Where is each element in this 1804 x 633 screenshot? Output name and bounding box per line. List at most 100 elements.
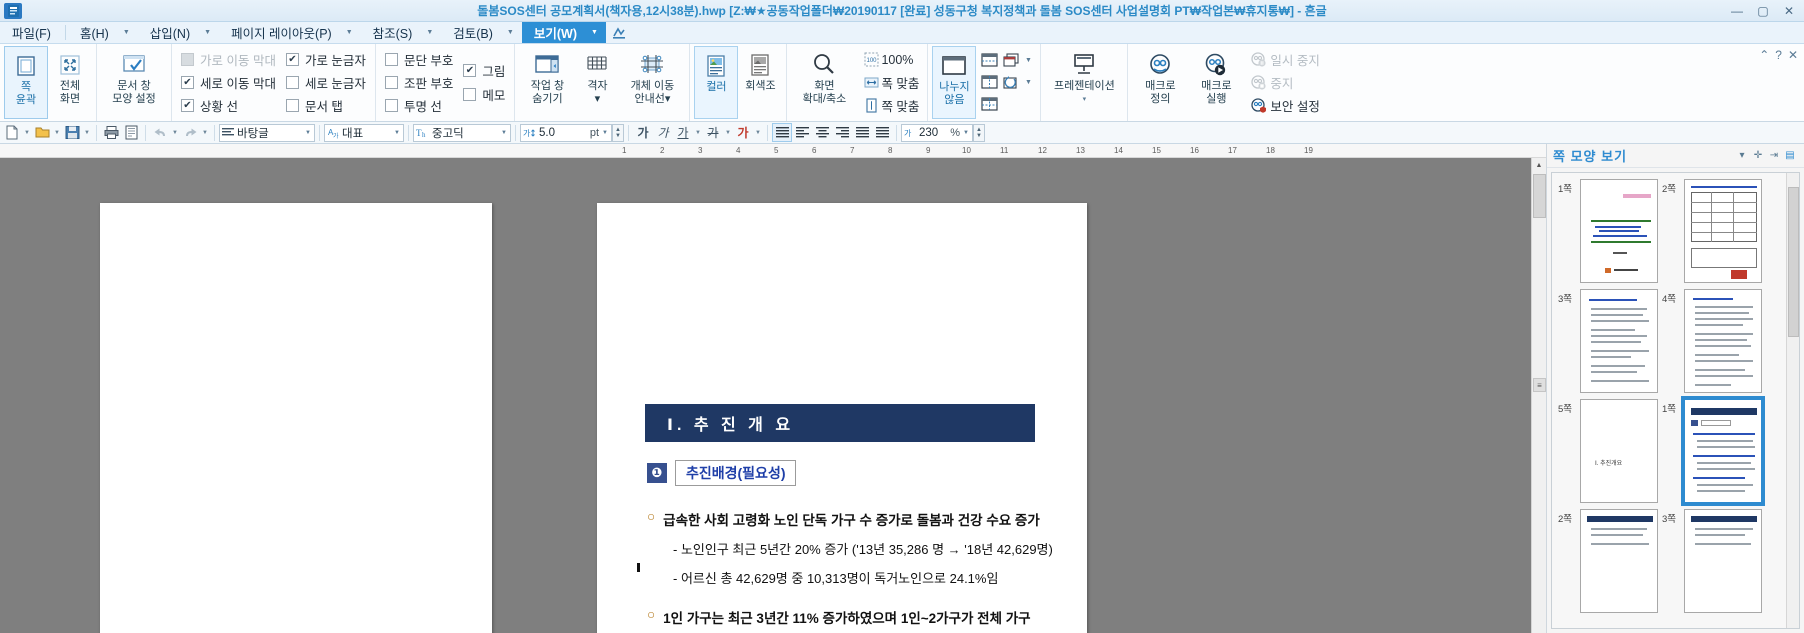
- thumbnail-item[interactable]: 3쪽: [1662, 509, 1762, 613]
- thumbnail-preview-section[interactable]: Ⅰ. 추진개요: [1580, 399, 1658, 503]
- align-right-button[interactable]: [832, 123, 852, 142]
- scroll-up-arrow-icon[interactable]: ▲: [1532, 158, 1546, 173]
- chevron-down-icon-undo[interactable]: ▼: [170, 130, 180, 136]
- presentation-button[interactable]: 프레젠테이션 ▾: [1045, 46, 1123, 119]
- chevron-down-icon-strike[interactable]: ▼: [723, 130, 733, 136]
- macro-stop-button[interactable]: 중지: [1248, 71, 1319, 94]
- zoom-level-stepper[interactable]: ▲ ▼: [973, 123, 985, 142]
- chevron-down-icon-new[interactable]: ▼: [22, 130, 32, 136]
- align-spread-button[interactable]: [872, 123, 892, 142]
- checkbox-vertical-ruler[interactable]: 세로 눈금자: [285, 71, 366, 94]
- align-center-button[interactable]: [812, 123, 832, 142]
- macro-security-button[interactable]: 보안 설정: [1248, 94, 1320, 117]
- thumbnail-scrollbar[interactable]: [1786, 173, 1799, 628]
- chevron-down-icon-save[interactable]: ▼: [82, 130, 92, 136]
- print-preview-icon[interactable]: [121, 123, 141, 142]
- document-canvas[interactable]: Ⅰ. 추진개요 Ⅰ. 추 진 개 요 ❶ 추진배경(필요성) ○ 급속한 사회 …: [0, 158, 1546, 633]
- close-button[interactable]: ✕: [1776, 1, 1802, 21]
- thumbnail-preview-outline[interactable]: [1681, 396, 1765, 506]
- align-left-button[interactable]: [792, 123, 812, 142]
- align-justify-button[interactable]: [772, 123, 792, 142]
- font-family-select[interactable]: Th 중고딕 ▼: [413, 123, 511, 142]
- menu-item-reference[interactable]: 참조(S): [361, 22, 425, 43]
- split-both-icon[interactable]: [978, 95, 1000, 115]
- thumbnail-item[interactable]: 5쪽 Ⅰ. 추진개요: [1558, 399, 1658, 503]
- chevron-down-icon-panel[interactable]: ▾: [1734, 150, 1750, 161]
- scrollbar-page-mark-icon[interactable]: ≡: [1533, 378, 1546, 392]
- thumbnail-item[interactable]: 3쪽: [1558, 289, 1658, 393]
- checkbox-horizontal-scrollbar[interactable]: 가로 이동 막대: [181, 48, 276, 71]
- split-horizontal-icon[interactable]: [978, 51, 1000, 71]
- chevron-down-icon-underline[interactable]: ▼: [693, 130, 703, 136]
- chevron-down-icon-font[interactable]: ▼: [501, 130, 508, 136]
- thumbnail-item[interactable]: 2쪽: [1662, 179, 1762, 283]
- align-distribute-button[interactable]: [852, 123, 872, 142]
- undo-icon[interactable]: [150, 123, 170, 142]
- chevron-down-icon-zoom[interactable]: ▼: [963, 130, 970, 136]
- font-color-button[interactable]: 가: [733, 123, 753, 142]
- ribbon-collapse-button[interactable]: ⌃: [1759, 48, 1769, 62]
- macro-run-button[interactable]: 매크로 실행: [1188, 46, 1244, 119]
- color-mode-button[interactable]: 컬러: [694, 46, 739, 119]
- fit-width-button[interactable]: 폭 맞춤: [861, 71, 919, 94]
- thumbnail-preview-table[interactable]: [1684, 179, 1762, 283]
- chevron-down-icon-style[interactable]: ▼: [305, 130, 312, 136]
- macro-pause-button[interactable]: 일시 중지: [1248, 48, 1320, 71]
- checkbox-transparent-line[interactable]: 투명 선: [384, 94, 453, 117]
- thumbnail-preview-text[interactable]: [1580, 509, 1658, 613]
- grayscale-mode-button[interactable]: 회색조: [738, 46, 782, 119]
- thumbnail-item[interactable]: 1쪽: [1558, 179, 1658, 283]
- macro-define-button[interactable]: 매크로 정의: [1132, 46, 1188, 119]
- zoom-level-input[interactable]: 가 230 % ▼: [901, 123, 973, 142]
- char-style-select[interactable]: A가 대표 ▼: [324, 123, 404, 142]
- thumbnail-preview-text[interactable]: [1684, 509, 1762, 613]
- open-document-icon[interactable]: [32, 123, 52, 142]
- save-document-icon[interactable]: [62, 123, 82, 142]
- chevron-down-icon-redo[interactable]: ▼: [200, 130, 210, 136]
- menu-item-review[interactable]: 검토(B): [441, 22, 505, 43]
- new-document-icon[interactable]: [2, 123, 22, 142]
- redo-icon[interactable]: [180, 123, 200, 142]
- thumbnail-scrollbar-thumb[interactable]: [1788, 187, 1799, 337]
- object-guide-button[interactable]: 개체 이동 안내선▾: [619, 46, 685, 119]
- chevron-down-icon-reference[interactable]: ▼: [424, 22, 441, 43]
- fit-page-button[interactable]: 쪽 맞춤: [861, 94, 919, 117]
- document-page-current[interactable]: Ⅰ. 추 진 개 요 ❶ 추진배경(필요성) ○ 급속한 사회 고령화 노인 단…: [597, 203, 1087, 633]
- maximize-button[interactable]: ▢: [1750, 1, 1776, 21]
- thumbnail-preview-text[interactable]: [1580, 289, 1658, 393]
- thumbnail-item[interactable]: 4쪽: [1662, 289, 1762, 393]
- font-size-stepper[interactable]: ▲ ▼: [612, 123, 624, 142]
- horizontal-ruler[interactable]: 1 2 3 4 5 6 7 8 9 10 11 12 13 14 15 16 1…: [0, 144, 1546, 158]
- new-window-icon[interactable]: [1000, 73, 1022, 93]
- vertical-scrollbar[interactable]: ▲ ≡: [1531, 158, 1546, 633]
- thumbnail-item[interactable]: 2쪽: [1558, 509, 1658, 613]
- chevron-down-icon-page-layout[interactable]: ▼: [344, 22, 361, 43]
- doc-window-settings-button[interactable]: 문서 창 모양 설정: [101, 46, 167, 119]
- chevron-down-icon-open[interactable]: ▼: [52, 130, 62, 136]
- chevron-down-icon-review[interactable]: ▼: [505, 22, 522, 43]
- checkbox-control-mark[interactable]: 조판 부호: [384, 71, 453, 94]
- chevron-down-icon-arrange[interactable]: ▼: [1022, 57, 1034, 64]
- checkbox-picture[interactable]: ✔ 그림: [463, 59, 505, 83]
- split-vertical-icon[interactable]: [978, 73, 1000, 93]
- fullscreen-button[interactable]: 전체 화면: [48, 46, 92, 119]
- font-size-input[interactable]: 가 5.0 pt ▼: [520, 123, 612, 142]
- underline-button[interactable]: 가: [673, 123, 693, 142]
- chevron-down-icon-view[interactable]: ▼: [588, 22, 606, 43]
- paragraph-style-select[interactable]: 바탕글 ▼: [219, 123, 315, 142]
- menu-item-file[interactable]: 파일(F): [0, 22, 63, 43]
- checkbox-vertical-scrollbar[interactable]: ✔ 세로 이동 막대: [181, 71, 276, 94]
- chevron-down-icon-window[interactable]: ▼: [1022, 79, 1034, 86]
- page-outline-button[interactable]: 쪽 윤곽: [4, 46, 48, 119]
- scrollbar-thumb[interactable]: [1533, 174, 1546, 218]
- list-view-icon[interactable]: ▤: [1782, 150, 1798, 161]
- arrange-windows-icon[interactable]: [1000, 51, 1022, 71]
- chevron-down-icon-charstyle[interactable]: ▼: [394, 130, 401, 136]
- print-icon[interactable]: [101, 123, 121, 142]
- help-button[interactable]: ?: [1775, 48, 1782, 62]
- ribbon-close-button[interactable]: ✕: [1788, 48, 1798, 62]
- strikethrough-button[interactable]: 가: [703, 123, 723, 142]
- pin-icon[interactable]: ✛: [1750, 150, 1766, 161]
- italic-button[interactable]: 가: [653, 123, 673, 142]
- chevron-down-icon-home[interactable]: ▼: [121, 22, 138, 43]
